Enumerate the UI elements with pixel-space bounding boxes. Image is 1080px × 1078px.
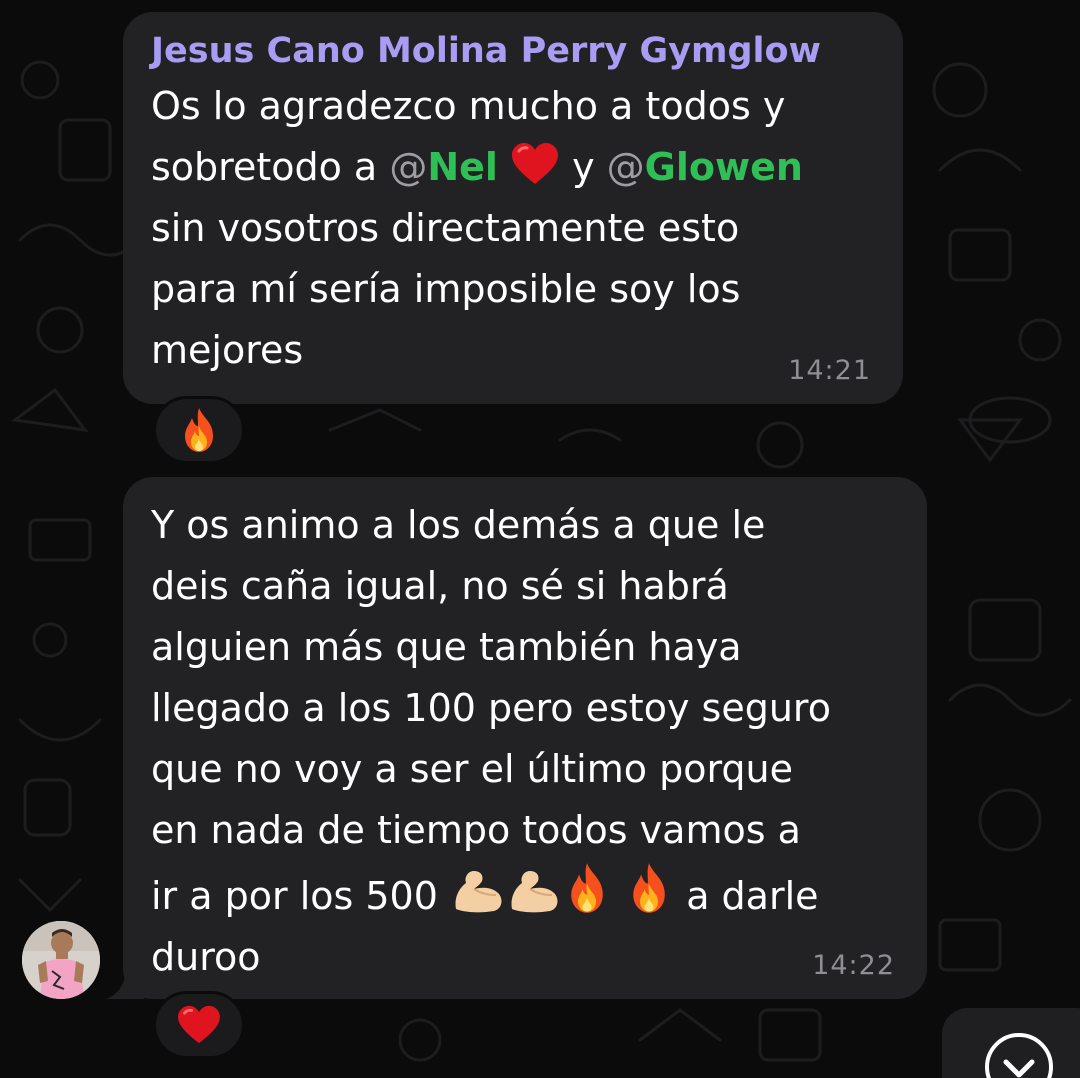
text-segment: y — [560, 145, 607, 189]
sender-name[interactable]: Jesus Cano Molina Perry Gymglow — [151, 32, 903, 70]
message-line: llegado a los 100 pero estoy seguro — [151, 686, 831, 730]
mention-at: @ — [389, 145, 428, 189]
message-line: alguien más que también haya — [151, 625, 742, 669]
message-line: Os lo agradezco mucho a todos y — [151, 84, 786, 128]
reaction-heart[interactable] — [153, 991, 245, 1059]
text-segment: ir a por los 500 — [151, 874, 438, 918]
reaction-fire[interactable] — [153, 396, 245, 464]
red-heart-icon — [178, 1005, 220, 1044]
avatar-photo — [22, 921, 100, 999]
message-line: Y os animo a los demás a que le — [151, 503, 766, 547]
red-heart-icon — [512, 143, 559, 184]
message-line: para mí sería imposible soy los — [151, 267, 741, 311]
message-line: en nada de tiempo todos vamos a — [151, 808, 801, 852]
message-text: Y os animo a los demás a que le deis cañ… — [151, 495, 927, 988]
text-segment: sobretodo a — [151, 145, 390, 189]
mention-name: Nel — [427, 145, 498, 189]
text-segment: a darle — [674, 874, 819, 918]
message-line: duroo — [151, 935, 261, 979]
flexed-biceps-icon — [455, 871, 502, 913]
avatar[interactable] — [22, 921, 100, 999]
message-bubble[interactable]: Jesus Cano Molina Perry Gymglow Os lo ag… — [123, 12, 903, 404]
message-line: ir a por los 500 a darle — [151, 861, 927, 927]
message-line: deis caña igual, no sé si habrá — [151, 564, 729, 608]
fire-icon — [185, 408, 213, 452]
message-bubble[interactable]: Y os animo a los demás a que le deis cañ… — [123, 477, 927, 999]
mention-name: Glowen — [644, 145, 803, 189]
fire-icon — [571, 863, 603, 913]
message-line: que no voy a ser el último porque — [151, 747, 793, 791]
mention-at: @ — [606, 145, 645, 189]
scroll-to-bottom-button[interactable] — [942, 1008, 1080, 1078]
message-time: 14:21 — [788, 355, 871, 386]
message-line: sin vosotros directamente esto — [151, 206, 740, 250]
message-line: sobretodo a @Nel y @Glowen — [151, 137, 903, 198]
fire-icon — [633, 863, 665, 913]
message-time: 14:22 — [812, 950, 895, 981]
mention-nel[interactable]: @Nel — [389, 145, 498, 189]
mention-glowen[interactable]: @Glowen — [607, 145, 803, 189]
chevron-down-icon — [985, 1033, 1053, 1078]
message-text: Os lo agradezco mucho a todos y sobretod… — [151, 76, 903, 381]
bubble-tail — [106, 962, 144, 999]
flexed-biceps-icon — [511, 871, 558, 913]
